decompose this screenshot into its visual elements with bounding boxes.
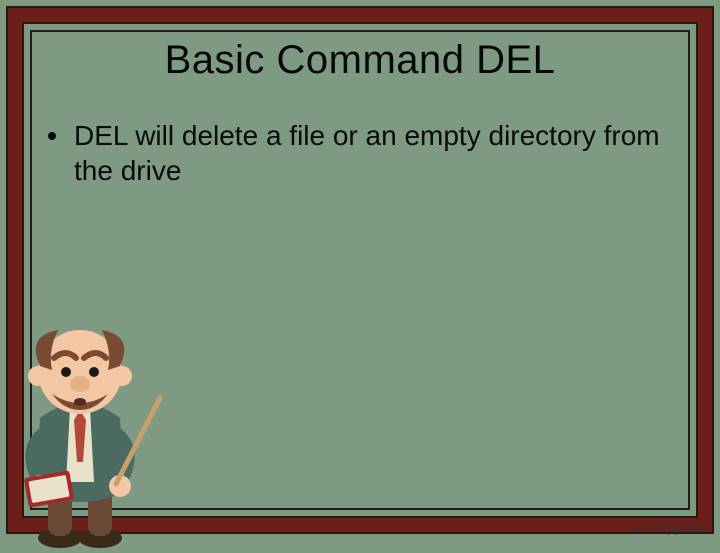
watermark: www.fppt.info [632,520,708,536]
list-item: DEL will delete a file or an empty direc… [48,118,660,188]
professor-illustration [0,288,170,548]
slide-title: Basic Command DEL [0,38,720,83]
bullet-text: DEL will delete a file or an empty direc… [74,118,660,188]
bullet-icon [48,132,56,140]
bullet-list: DEL will delete a file or an empty direc… [48,118,660,188]
